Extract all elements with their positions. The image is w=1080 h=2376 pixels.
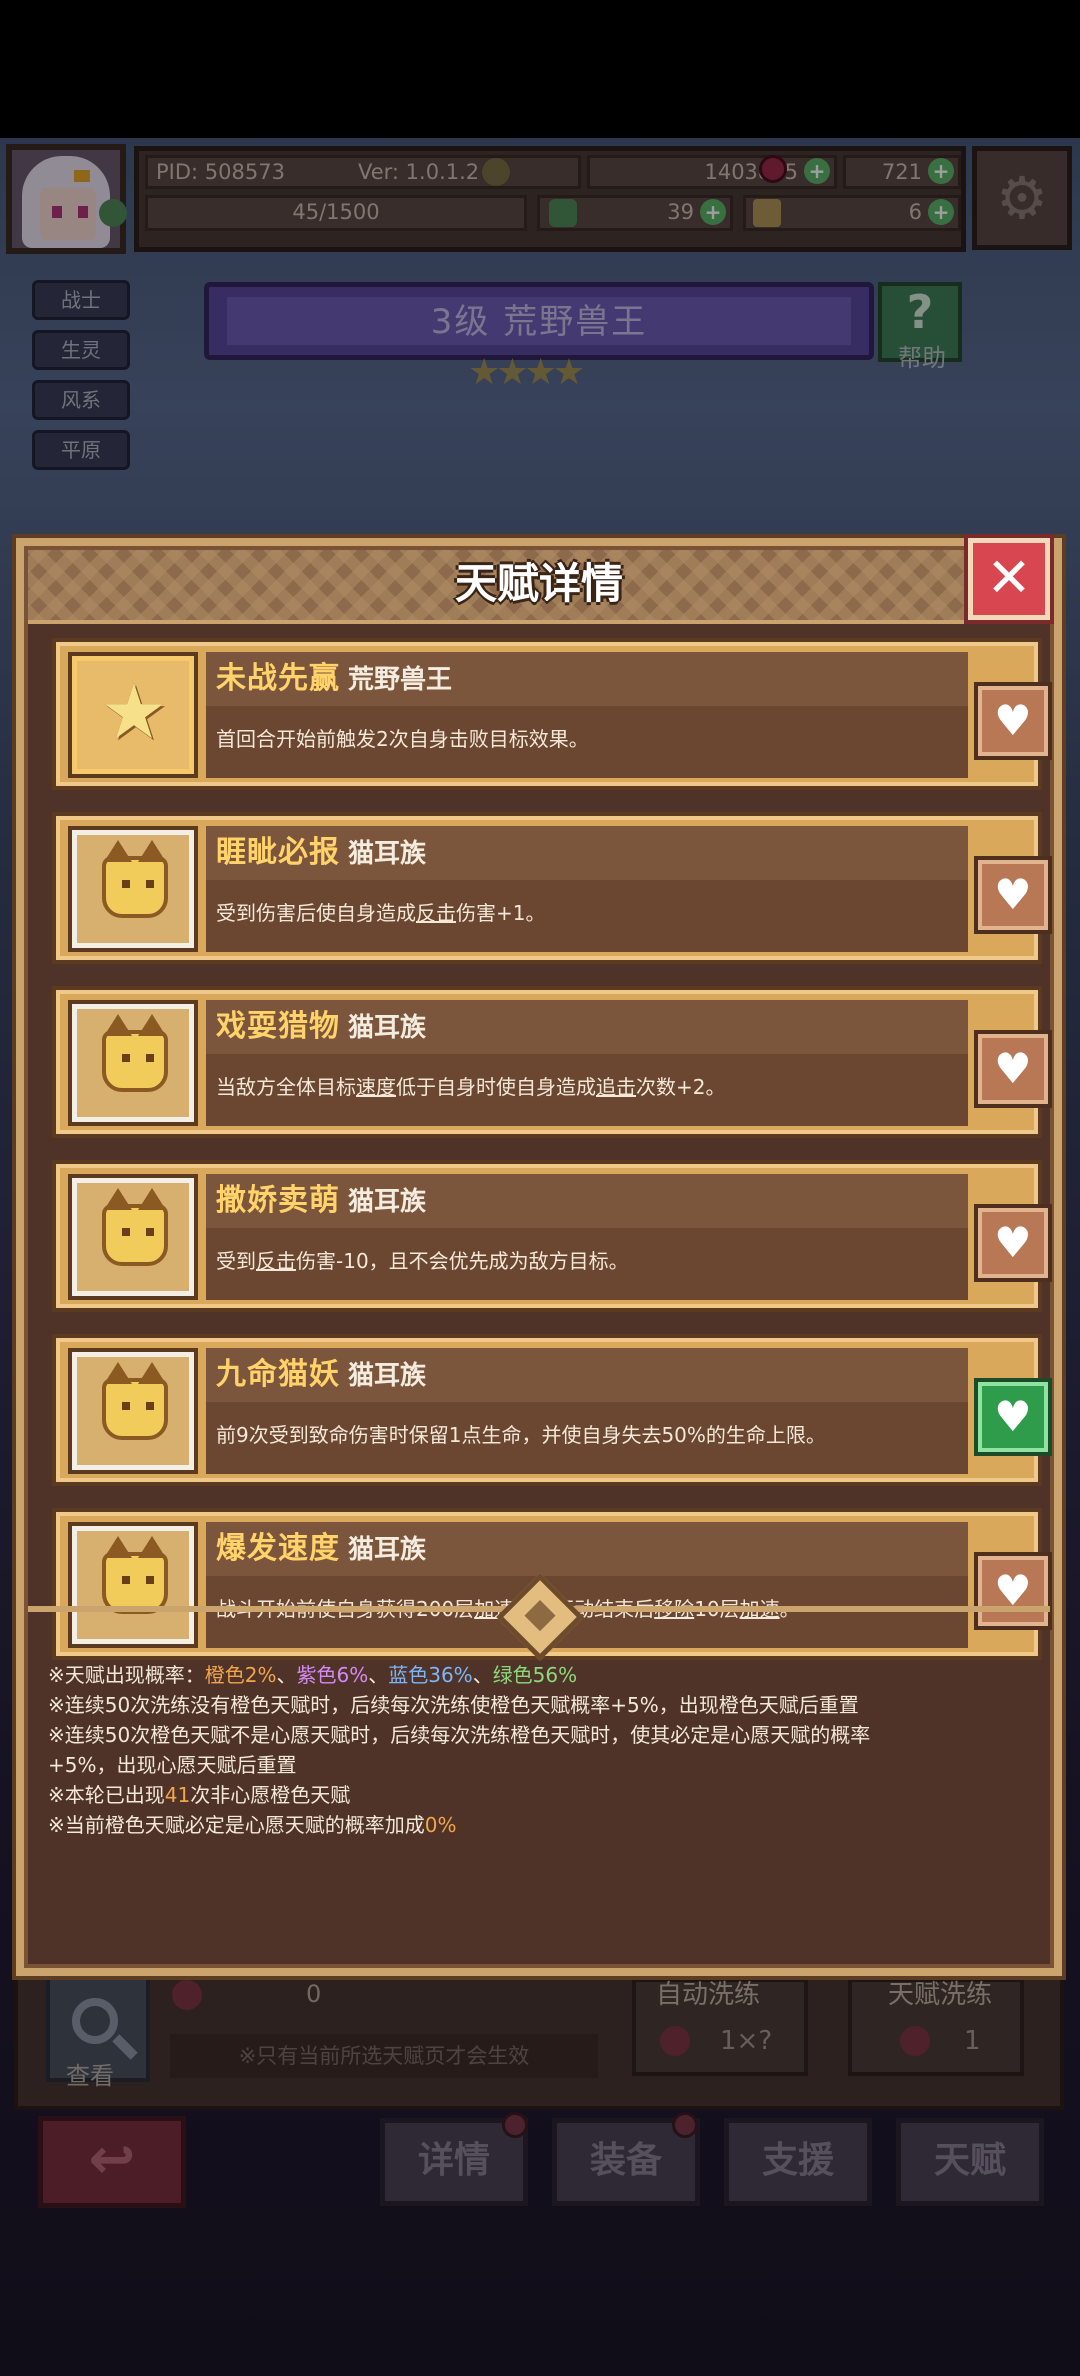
talent-name: 爆发速度 [216,1531,340,1566]
talent-tag: 猫耳族 [348,839,427,869]
talent-desc: 首回合开始前触发2次自身击败目标效果。 [216,727,589,751]
heart-icon: ♥ [994,696,1032,745]
wish-heart-button[interactable]: ♥ [974,1030,1052,1108]
talent-tag: 猫耳族 [348,1535,427,1565]
talent-desc: 受到伤害后使自身造成反击伤害+1。 [216,901,546,925]
keyword-link[interactable]: 速度 [356,1075,396,1099]
talent-card[interactable]: 撒娇卖萌 猫耳族 受到反击伤害-10，且不会优先成为敌方目标。 ♥ [52,1160,1052,1312]
cat-icon [102,1014,168,1092]
talent-tag: 猫耳族 [348,1013,427,1043]
keyword-link[interactable]: 反击 [416,901,456,925]
talent-icon-frame [68,1522,198,1648]
talent-card[interactable]: 九命猫妖 猫耳族 前9次受到致命伤害时保留1点生命，并使自身失去50%的生命上限。… [52,1334,1052,1486]
wish-heart-button[interactable]: ♥ [974,682,1052,760]
talent-desc: 当敌方全体目标速度低于自身时使自身造成追击次数+2。 [216,1075,726,1099]
heart-icon: ♥ [994,1392,1032,1441]
talent-name: 九命猫妖 [216,1357,340,1392]
talent-icon-frame [68,826,198,952]
talent-icon-frame [68,1000,198,1126]
talent-card[interactable]: 戏耍猎物 猫耳族 当敌方全体目标速度低于自身时使自身造成追击次数+2。 ♥ [52,986,1052,1138]
keyword-link[interactable]: 反击 [256,1249,296,1273]
talent-tag: 猫耳族 [348,1361,427,1391]
talent-desc: 前9次受到致命伤害时保留1点生命，并使自身失去50%的生命上限。 [216,1423,826,1447]
talent-detail-modal: 天赋详情 ★ 未战先赢 荒野兽王 首回合开始前触发2次自身击败目标效果。 ♥ 睚眦… [16,538,1062,1976]
wish-heart-button[interactable]: ♥ [974,856,1052,934]
star-icon: ★ [99,667,169,756]
talent-icon-frame [68,1348,198,1474]
probability-notes: ※天赋出现概率：橙色2%、紫色6%、蓝色36%、绿色56% ※连续50次洗练没有… [48,1663,871,1837]
wish-heart-button[interactable]: ♥ [974,1204,1052,1282]
talent-name: 睚眦必报 [216,835,340,870]
wish-heart-button-active[interactable]: ♥ [974,1378,1052,1456]
talent-card[interactable]: ★ 未战先赢 荒野兽王 首回合开始前触发2次自身击败目标效果。 ♥ [52,638,1052,790]
talent-icon-frame [68,1174,198,1300]
talent-tag: 荒野兽王 [348,665,453,695]
cat-icon [102,1362,168,1440]
keyword-link[interactable]: 追击 [596,1075,636,1099]
heart-icon: ♥ [994,870,1032,919]
cat-icon [102,840,168,918]
talent-name: 戏耍猎物 [216,1009,340,1044]
talent-card[interactable]: 睚眦必报 猫耳族 受到伤害后使自身造成反击伤害+1。 ♥ [52,812,1052,964]
talent-icon-frame: ★ [68,652,198,778]
talent-name: 未战先赢 [216,661,340,696]
modal-title: 天赋详情 [454,559,623,608]
cat-icon [102,1536,168,1614]
close-button[interactable]: ✕ [968,538,1050,620]
wish-heart-button[interactable]: ♥ [974,1552,1052,1630]
talent-desc: 受到反击伤害-10，且不会优先成为敌方目标。 [216,1249,629,1273]
talent-name: 撒娇卖萌 [216,1183,340,1218]
close-icon: ✕ [986,546,1032,609]
heart-icon: ♥ [994,1044,1032,1093]
cat-icon [102,1188,168,1266]
heart-icon: ♥ [994,1218,1032,1267]
talent-tag: 猫耳族 [348,1187,427,1217]
